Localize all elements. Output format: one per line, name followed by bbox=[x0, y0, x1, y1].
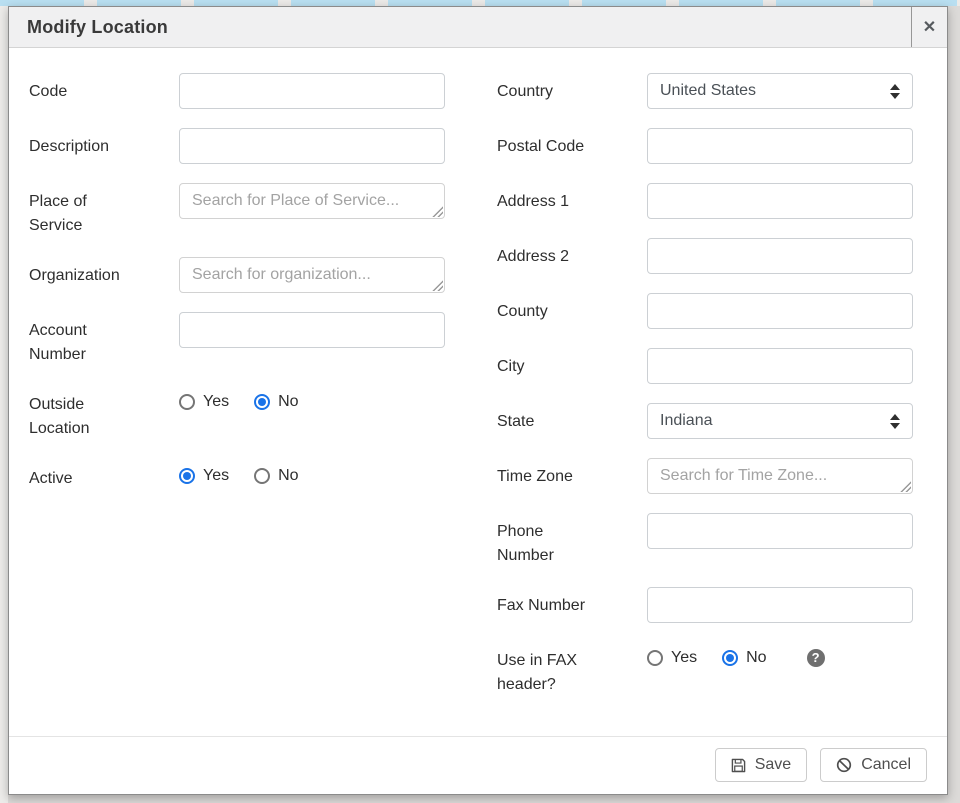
address-2-input[interactable] bbox=[647, 238, 913, 274]
country-select[interactable]: United States bbox=[647, 73, 913, 109]
active-no-radio[interactable]: No bbox=[254, 467, 298, 485]
modal-footer: Save Cancel bbox=[9, 736, 947, 794]
radio-label: Yes bbox=[671, 649, 697, 667]
account-number-input[interactable] bbox=[179, 312, 445, 348]
use-in-fax-header-yes-radio[interactable]: Yes bbox=[647, 649, 697, 667]
radio-label: Yes bbox=[203, 393, 229, 411]
county-input[interactable] bbox=[647, 293, 913, 329]
fax-number-field-row: Fax Number bbox=[497, 587, 927, 623]
county-label: County bbox=[497, 293, 597, 324]
use-in-fax-header-field-row: Use in FAX header? Yes No ? bbox=[497, 642, 927, 697]
address-1-input[interactable] bbox=[647, 183, 913, 219]
address-1-field-row: Address 1 bbox=[497, 183, 927, 219]
county-field-row: County bbox=[497, 293, 927, 329]
modal-title: Modify Location bbox=[27, 17, 168, 38]
time-zone-search-input[interactable] bbox=[647, 458, 913, 494]
outside-location-label: Outside Location bbox=[29, 386, 129, 441]
radio-label: No bbox=[278, 467, 298, 485]
country-select-value: United States bbox=[660, 82, 756, 100]
help-icon[interactable]: ? bbox=[807, 649, 825, 667]
state-label: State bbox=[497, 403, 597, 434]
cancel-button[interactable]: Cancel bbox=[820, 748, 927, 782]
right-column: Country United States Postal Code Addres… bbox=[497, 73, 927, 716]
save-button-label: Save bbox=[755, 756, 791, 774]
modal-body: Code Description Place of Service Organi… bbox=[9, 48, 947, 736]
active-label: Active bbox=[29, 460, 129, 491]
postal-code-field-row: Postal Code bbox=[497, 128, 927, 164]
state-select[interactable]: Indiana bbox=[647, 403, 913, 439]
organization-label: Organization bbox=[29, 257, 129, 288]
address-1-label: Address 1 bbox=[497, 183, 597, 214]
city-input[interactable] bbox=[647, 348, 913, 384]
postal-code-input[interactable] bbox=[647, 128, 913, 164]
use-in-fax-header-radio-group: Yes No ? bbox=[647, 642, 913, 667]
account-number-field-row: Account Number bbox=[29, 312, 459, 367]
description-field-row: Description bbox=[29, 128, 459, 164]
address-2-label: Address 2 bbox=[497, 238, 597, 269]
phone-number-label: Phone Number bbox=[497, 513, 597, 568]
phone-number-input[interactable] bbox=[647, 513, 913, 549]
outside-location-radio-group: Yes No bbox=[179, 386, 445, 411]
fax-number-input[interactable] bbox=[647, 587, 913, 623]
address-2-field-row: Address 2 bbox=[497, 238, 927, 274]
fax-number-label: Fax Number bbox=[497, 587, 597, 618]
phone-number-field-row: Phone Number bbox=[497, 513, 927, 568]
time-zone-label: Time Zone bbox=[497, 458, 597, 489]
city-field-row: City bbox=[497, 348, 927, 384]
save-button[interactable]: Save bbox=[715, 748, 807, 782]
outside-location-yes-radio[interactable]: Yes bbox=[179, 393, 229, 411]
active-field-row: Active Yes No bbox=[29, 460, 459, 491]
state-field-row: State Indiana bbox=[497, 403, 927, 439]
left-column: Code Description Place of Service Organi… bbox=[29, 73, 459, 716]
outside-location-no-radio[interactable]: No bbox=[254, 393, 298, 411]
organization-field-row: Organization bbox=[29, 257, 459, 293]
description-label: Description bbox=[29, 128, 129, 159]
description-input[interactable] bbox=[179, 128, 445, 164]
radio-icon bbox=[647, 650, 663, 666]
close-button[interactable]: ✕ bbox=[911, 7, 947, 47]
cancel-button-label: Cancel bbox=[861, 756, 911, 774]
code-input[interactable] bbox=[179, 73, 445, 109]
postal-code-label: Postal Code bbox=[497, 128, 597, 159]
place-of-service-field-row: Place of Service bbox=[29, 183, 459, 238]
radio-icon bbox=[254, 468, 270, 484]
state-select-value: Indiana bbox=[660, 412, 713, 430]
radio-label: Yes bbox=[203, 467, 229, 485]
cancel-ban-icon bbox=[836, 757, 852, 773]
city-label: City bbox=[497, 348, 597, 379]
modify-location-modal: Modify Location ✕ Code Description Place… bbox=[8, 6, 948, 795]
chevron-updown-icon bbox=[890, 84, 900, 99]
country-field-row: Country United States bbox=[497, 73, 927, 109]
radio-icon bbox=[722, 650, 738, 666]
radio-icon bbox=[179, 394, 195, 410]
code-field-row: Code bbox=[29, 73, 459, 109]
place-of-service-search-input[interactable] bbox=[179, 183, 445, 219]
radio-label: No bbox=[746, 649, 766, 667]
close-icon: ✕ bbox=[923, 17, 936, 37]
time-zone-field-row: Time Zone bbox=[497, 458, 927, 494]
chevron-updown-icon bbox=[890, 414, 900, 429]
background-page-sliver bbox=[0, 0, 8, 803]
active-radio-group: Yes No bbox=[179, 460, 445, 485]
modal-header: Modify Location ✕ bbox=[9, 7, 947, 48]
active-yes-radio[interactable]: Yes bbox=[179, 467, 229, 485]
code-label: Code bbox=[29, 73, 129, 104]
radio-icon bbox=[254, 394, 270, 410]
radio-icon bbox=[179, 468, 195, 484]
use-in-fax-header-label: Use in FAX header? bbox=[497, 642, 597, 697]
use-in-fax-header-no-radio[interactable]: No bbox=[722, 649, 766, 667]
place-of-service-label: Place of Service bbox=[29, 183, 129, 238]
outside-location-field-row: Outside Location Yes No bbox=[29, 386, 459, 441]
save-floppy-icon bbox=[731, 758, 746, 773]
account-number-label: Account Number bbox=[29, 312, 129, 367]
radio-label: No bbox=[278, 393, 298, 411]
country-label: Country bbox=[497, 73, 597, 104]
organization-search-input[interactable] bbox=[179, 257, 445, 293]
